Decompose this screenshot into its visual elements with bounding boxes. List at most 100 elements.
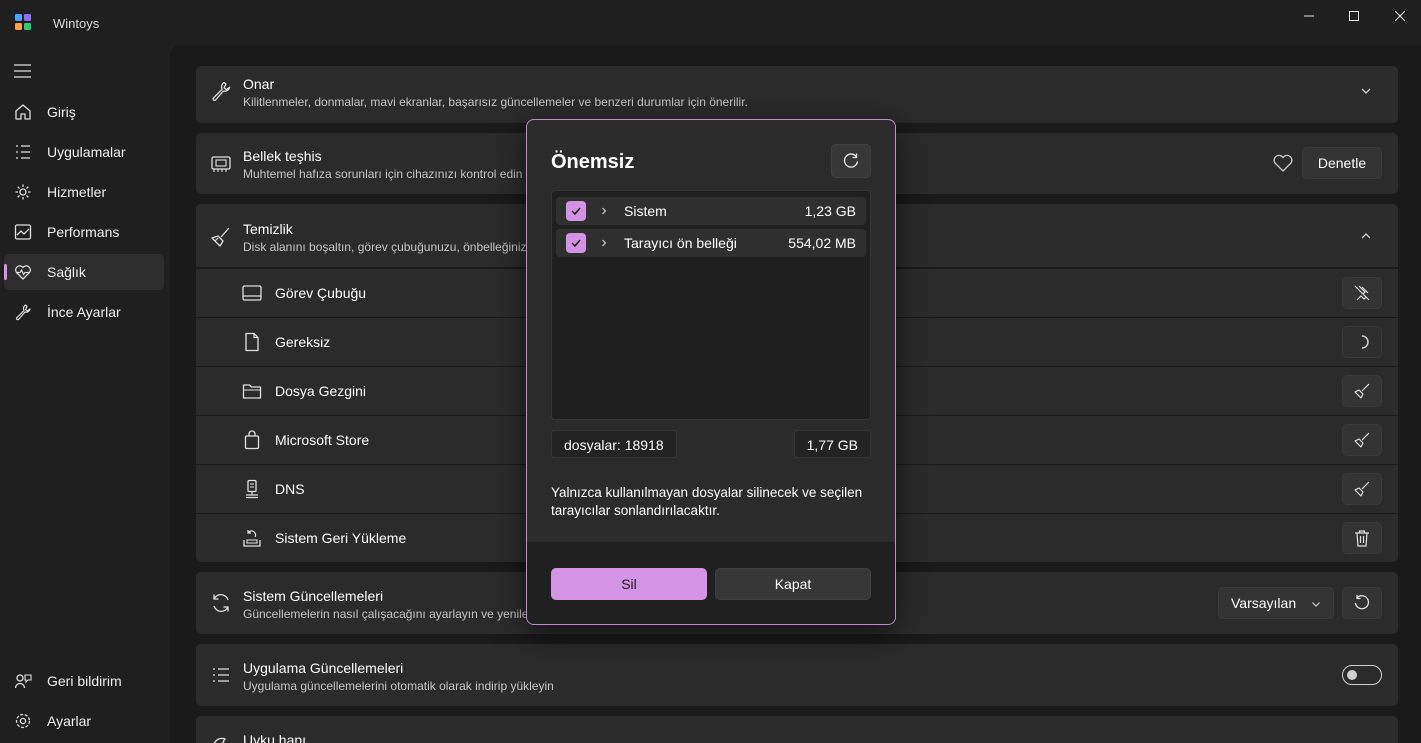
- chevron-right-icon[interactable]: [600, 206, 608, 216]
- junk-tree: Sistem 1,23 GB Tarayıcı ön belleği 554,0…: [551, 190, 871, 420]
- sidebar-item-home[interactable]: Giriş: [4, 94, 164, 130]
- total-size: 1,77 GB: [793, 430, 871, 458]
- hamburger-menu-icon[interactable]: [14, 64, 32, 78]
- document-icon: [245, 332, 259, 352]
- checkbox[interactable]: [566, 201, 586, 221]
- checkbox[interactable]: [566, 233, 586, 253]
- sidebar-item-performance[interactable]: Performans: [4, 214, 164, 250]
- card-title: Uygulama Güncellemeleri: [243, 660, 404, 676]
- sidebar-item-health[interactable]: Sağlık: [4, 254, 164, 290]
- sidebar-item-services[interactable]: Hizmetler: [4, 174, 164, 210]
- delete-button[interactable]: Sil: [551, 568, 707, 600]
- loading-spinner-icon: [1361, 335, 1369, 349]
- card-title: Uyku hapı: [243, 732, 307, 743]
- chevron-down-icon[interactable]: [1360, 85, 1372, 97]
- sidebar-item-settings[interactable]: Ayarlar: [4, 703, 164, 739]
- tree-row-name: Tarayıcı ön belleği: [624, 235, 737, 251]
- chevron-down-icon: [1312, 602, 1320, 607]
- sidebar-item-apps[interactable]: Uygulamalar: [4, 134, 164, 170]
- feedback-icon: [14, 674, 32, 689]
- gear-icon: [15, 184, 31, 200]
- dialog-footer: Sil Kapat: [527, 542, 895, 624]
- sleep-pill-card: Uyku hapı: [196, 716, 1398, 743]
- junk-files-dialog: Önemsiz Sistem 1,23 GB Tarayıcı ön belle…: [526, 119, 896, 625]
- tree-row-system[interactable]: Sistem 1,23 GB: [556, 197, 866, 225]
- button-label: Denetle: [1317, 155, 1367, 171]
- sync-icon: [213, 594, 229, 612]
- dropdown-value: Varsayılan: [1231, 595, 1297, 611]
- microsoft-store-clean-button[interactable]: [1342, 424, 1382, 456]
- card-title: Bellek teşhis: [243, 148, 322, 164]
- close-icon: [1395, 11, 1405, 21]
- settings-icon: [15, 713, 31, 729]
- folder-icon: [242, 384, 262, 399]
- refresh-button[interactable]: [831, 144, 871, 178]
- broom-icon: [1354, 481, 1370, 497]
- apps-list-icon: [16, 145, 30, 159]
- card-subtitle: Güncellemelerin nasıl çalışacağını ayarl…: [243, 607, 536, 621]
- card-title: Temizlik: [243, 221, 293, 237]
- minimize-button[interactable]: [1286, 0, 1332, 32]
- home-icon: [15, 104, 31, 120]
- sidebar-item-tweaks[interactable]: İnce Ayarlar: [4, 294, 164, 330]
- card-subtitle: Kilitlenmeler, donmalar, mavi ekranlar, …: [243, 95, 748, 109]
- reset-updates-button[interactable]: [1342, 587, 1382, 619]
- app-title: Wintoys: [53, 16, 100, 31]
- sidebar-item-label: Performans: [47, 224, 120, 240]
- chevron-up-icon[interactable]: [1360, 230, 1372, 242]
- sidebar-item-label: Sağlık: [47, 264, 86, 280]
- heart-favorite-icon[interactable]: [1272, 153, 1294, 173]
- taskbar-icon: [242, 285, 262, 301]
- tree-row-browser-cache[interactable]: Tarayıcı ön belleği 554,02 MB: [556, 229, 866, 257]
- system-restore-icon: [243, 530, 261, 547]
- tree-row-name: Sistem: [624, 203, 667, 219]
- system-restore-delete-button[interactable]: [1342, 522, 1382, 554]
- junk-clean-button[interactable]: [1342, 326, 1382, 358]
- tree-row-size: 554,02 MB: [788, 235, 856, 251]
- sidebar: Giriş Uygulamalar Hizmetler Performans S…: [0, 46, 170, 743]
- check-icon: [571, 239, 581, 248]
- card-subtitle: Uygulama güncellemelerini otomatik olara…: [243, 679, 554, 693]
- sidebar-item-label: Hizmetler: [47, 184, 107, 200]
- sidebar-item-label: Uygulamalar: [47, 144, 126, 160]
- tree-row-size: 1,23 GB: [804, 203, 856, 219]
- reset-icon: [1354, 595, 1370, 610]
- close-window-button[interactable]: [1377, 0, 1421, 32]
- performance-chart-icon: [14, 224, 32, 240]
- sidebar-item-label: İnce Ayarlar: [47, 304, 121, 320]
- minimize-icon: [1304, 15, 1314, 17]
- update-mode-dropdown[interactable]: Varsayılan: [1218, 587, 1334, 619]
- unpin-icon: [1354, 285, 1370, 301]
- check-icon: [571, 207, 581, 216]
- dns-clean-button[interactable]: [1342, 473, 1382, 505]
- card-subtitle: Disk alanını boşaltın, görev çubuğunuzu,…: [243, 240, 530, 254]
- close-dialog-button[interactable]: Kapat: [715, 568, 871, 600]
- app-updates-toggle[interactable]: [1342, 665, 1382, 685]
- check-memory-button[interactable]: Denetle: [1302, 147, 1382, 179]
- unpin-taskbar-button[interactable]: [1342, 277, 1382, 309]
- files-count: dosyalar: 18918: [551, 430, 677, 458]
- trash-icon: [1355, 530, 1369, 547]
- title-bar: Wintoys: [0, 0, 1421, 46]
- cleanup-item-label: DNS: [275, 481, 305, 497]
- maximize-button[interactable]: [1331, 0, 1377, 32]
- broom-icon: [1354, 383, 1370, 399]
- refresh-icon: [843, 153, 859, 168]
- sidebar-item-feedback[interactable]: Geri bildirim: [4, 663, 164, 699]
- heart-pulse-icon: [15, 265, 31, 280]
- card-title: Onar: [243, 76, 275, 92]
- chevron-right-icon[interactable]: [600, 238, 608, 248]
- sidebar-item-label: Ayarlar: [47, 713, 92, 729]
- wrench-icon: [212, 81, 231, 101]
- maximize-icon: [1349, 11, 1359, 21]
- sidebar-item-label: Geri bildirim: [47, 673, 122, 689]
- cleanup-item-label: Microsoft Store: [275, 432, 370, 448]
- repair-card[interactable]: Onar Kilitlenmeler, donmalar, mavi ekran…: [196, 66, 1398, 123]
- list-icon: [213, 668, 229, 682]
- cleanup-item-label: Sistem Geri Yükleme: [275, 530, 407, 546]
- wrench-icon: [15, 304, 31, 321]
- file-explorer-clean-button[interactable]: [1342, 375, 1382, 407]
- cleanup-item-label: Görev Çubuğu: [275, 285, 367, 301]
- toggle-knob: [1347, 670, 1357, 680]
- dialog-note: Yalnızca kullanılmayan dosyalar silinece…: [551, 485, 863, 518]
